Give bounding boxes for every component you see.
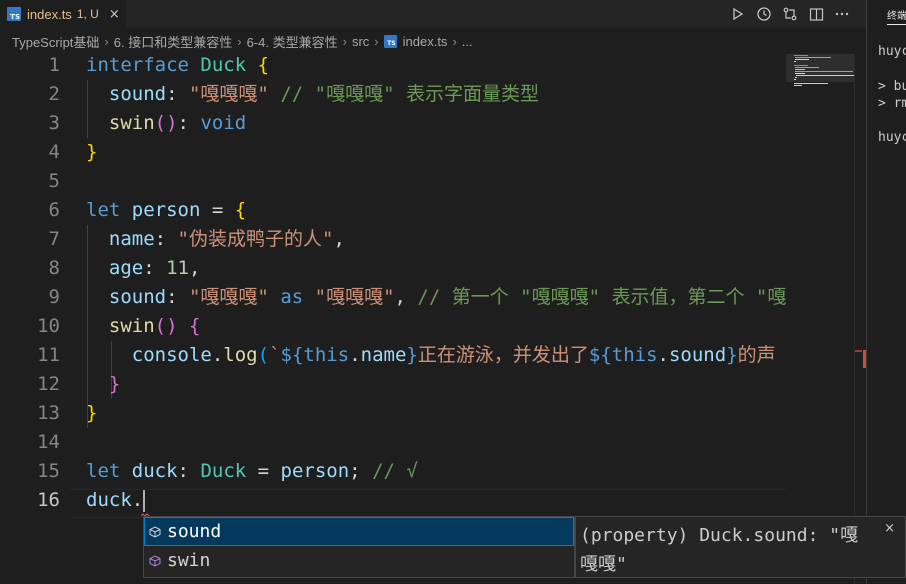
code-line: name: "伪装成鸭子的人", bbox=[108, 228, 345, 250]
line-number: 15 bbox=[37, 460, 60, 482]
line-number-active: 16 bbox=[37, 489, 60, 511]
line-number: 11 bbox=[37, 344, 60, 366]
line-number: 13 bbox=[37, 402, 60, 424]
chevron-right-icon: › bbox=[104, 33, 109, 49]
breadcrumb-item-section[interactable]: 6-4. 类型兼容性 bbox=[247, 32, 338, 51]
line-number: 10 bbox=[37, 315, 60, 337]
breadcrumb-item-file[interactable]: index.ts bbox=[403, 34, 448, 49]
line-number: 2 bbox=[48, 83, 60, 105]
code-line: swin() { bbox=[108, 315, 201, 337]
code-line: let duck: Duck = person; // √ bbox=[86, 460, 418, 482]
line-number: 6 bbox=[48, 199, 60, 221]
breadcrumb-item-src[interactable]: src bbox=[352, 34, 369, 49]
method-icon bbox=[149, 554, 161, 567]
breadcrumb-item-root[interactable]: TypeScript基础 bbox=[12, 32, 99, 51]
line-number: 8 bbox=[48, 257, 60, 279]
code-line: sound: "嘎嘎嘎" // "嘎嘎嘎" 表示字面量类型 bbox=[108, 83, 539, 105]
property-icon bbox=[149, 525, 161, 538]
chevron-right-icon: › bbox=[237, 33, 242, 49]
tab-label: index.ts bbox=[27, 6, 72, 22]
line-number: 3 bbox=[48, 112, 60, 134]
code-line: interface Duck { bbox=[86, 54, 270, 76]
compare-changes-icon[interactable] bbox=[777, 4, 803, 24]
tab-index-ts[interactable]: TS index.ts 1, U × bbox=[0, 0, 126, 28]
code-line: } bbox=[86, 141, 98, 163]
code-editor[interactable]: 1 2 3 4 5 6 7 8 9 10 11 12 13 14 15 16 i… bbox=[0, 54, 866, 584]
timeline-icon[interactable] bbox=[751, 4, 777, 24]
line-number: 7 bbox=[48, 228, 60, 250]
chevron-right-icon: › bbox=[452, 33, 457, 49]
typescript-file-icon: TS bbox=[383, 34, 397, 48]
tab-status: 1, U bbox=[76, 7, 99, 21]
details-signature: (property) Duck.sound: "嘎嘎嘎" bbox=[580, 525, 859, 575]
more-actions-icon[interactable] bbox=[829, 4, 855, 24]
breadcrumb-item-chapter[interactable]: 6. 接口和类型兼容性 bbox=[114, 32, 232, 51]
split-editor-icon[interactable] bbox=[803, 4, 829, 24]
typescript-file-icon: TS bbox=[7, 7, 21, 21]
terminal-line: huyc bbox=[878, 130, 906, 145]
line-number: 4 bbox=[48, 141, 60, 163]
error-marker bbox=[855, 350, 862, 352]
line-number: 1 bbox=[48, 54, 60, 76]
suggestion-label: swin bbox=[167, 550, 211, 571]
editor-actions bbox=[725, 4, 855, 24]
code-area[interactable]: interface Duck { sound: "嘎嘎嘎" // "嘎嘎嘎" 表… bbox=[86, 54, 786, 584]
terminal-line: > bu bbox=[878, 79, 906, 94]
close-details-button[interactable]: × bbox=[884, 521, 895, 536]
line-number: 9 bbox=[48, 286, 60, 308]
chevron-right-icon: › bbox=[374, 33, 379, 49]
minimap[interactable] bbox=[786, 54, 854, 584]
minimap-preview bbox=[794, 55, 854, 86]
code-line: sound: "嘎嘎嘎" as "嘎嘎嘎", // 第一个 "嘎嘎嘎" 表示值，… bbox=[108, 286, 786, 308]
code-line-active[interactable]: duck. bbox=[86, 486, 146, 515]
terminal-panel[interactable]: 终端 huyc > bu > rm huyc bbox=[866, 0, 906, 584]
terminal-tab[interactable]: 终端 bbox=[887, 7, 906, 25]
code-line: swin(): void bbox=[108, 112, 247, 134]
tab-bar: TS index.ts 1, U × bbox=[0, 0, 866, 28]
line-number: 12 bbox=[37, 373, 60, 395]
run-icon[interactable] bbox=[725, 4, 751, 24]
code-line: age: 11, bbox=[108, 257, 201, 279]
line-number: 14 bbox=[37, 431, 60, 453]
breadcrumb: TypeScript基础 › 6. 接口和类型兼容性 › 6-4. 类型兼容性 … bbox=[0, 28, 866, 54]
text-cursor bbox=[143, 489, 146, 512]
suggestion-details: (property) Duck.sound: "嘎嘎嘎" × bbox=[575, 516, 906, 578]
suggestion-item-swin[interactable]: swin bbox=[144, 546, 574, 575]
chevron-right-icon: › bbox=[342, 33, 347, 49]
terminal-line: huyc bbox=[878, 44, 906, 59]
code-line: } bbox=[108, 373, 121, 395]
autocomplete-list[interactable]: sound swin bbox=[143, 516, 575, 578]
code-line: console.log(`${this.name}正在游泳，并发出了${this… bbox=[131, 344, 776, 366]
code-line: let person = { bbox=[86, 199, 247, 221]
code-line: } bbox=[86, 402, 98, 424]
terminal-line: > rm bbox=[878, 96, 906, 111]
line-number: 5 bbox=[48, 170, 60, 192]
breadcrumb-item-symbol[interactable]: ... bbox=[462, 34, 473, 49]
suggestion-label: sound bbox=[167, 521, 222, 542]
suggestion-item-sound[interactable]: sound bbox=[144, 517, 574, 546]
close-tab-button[interactable]: × bbox=[109, 7, 120, 22]
